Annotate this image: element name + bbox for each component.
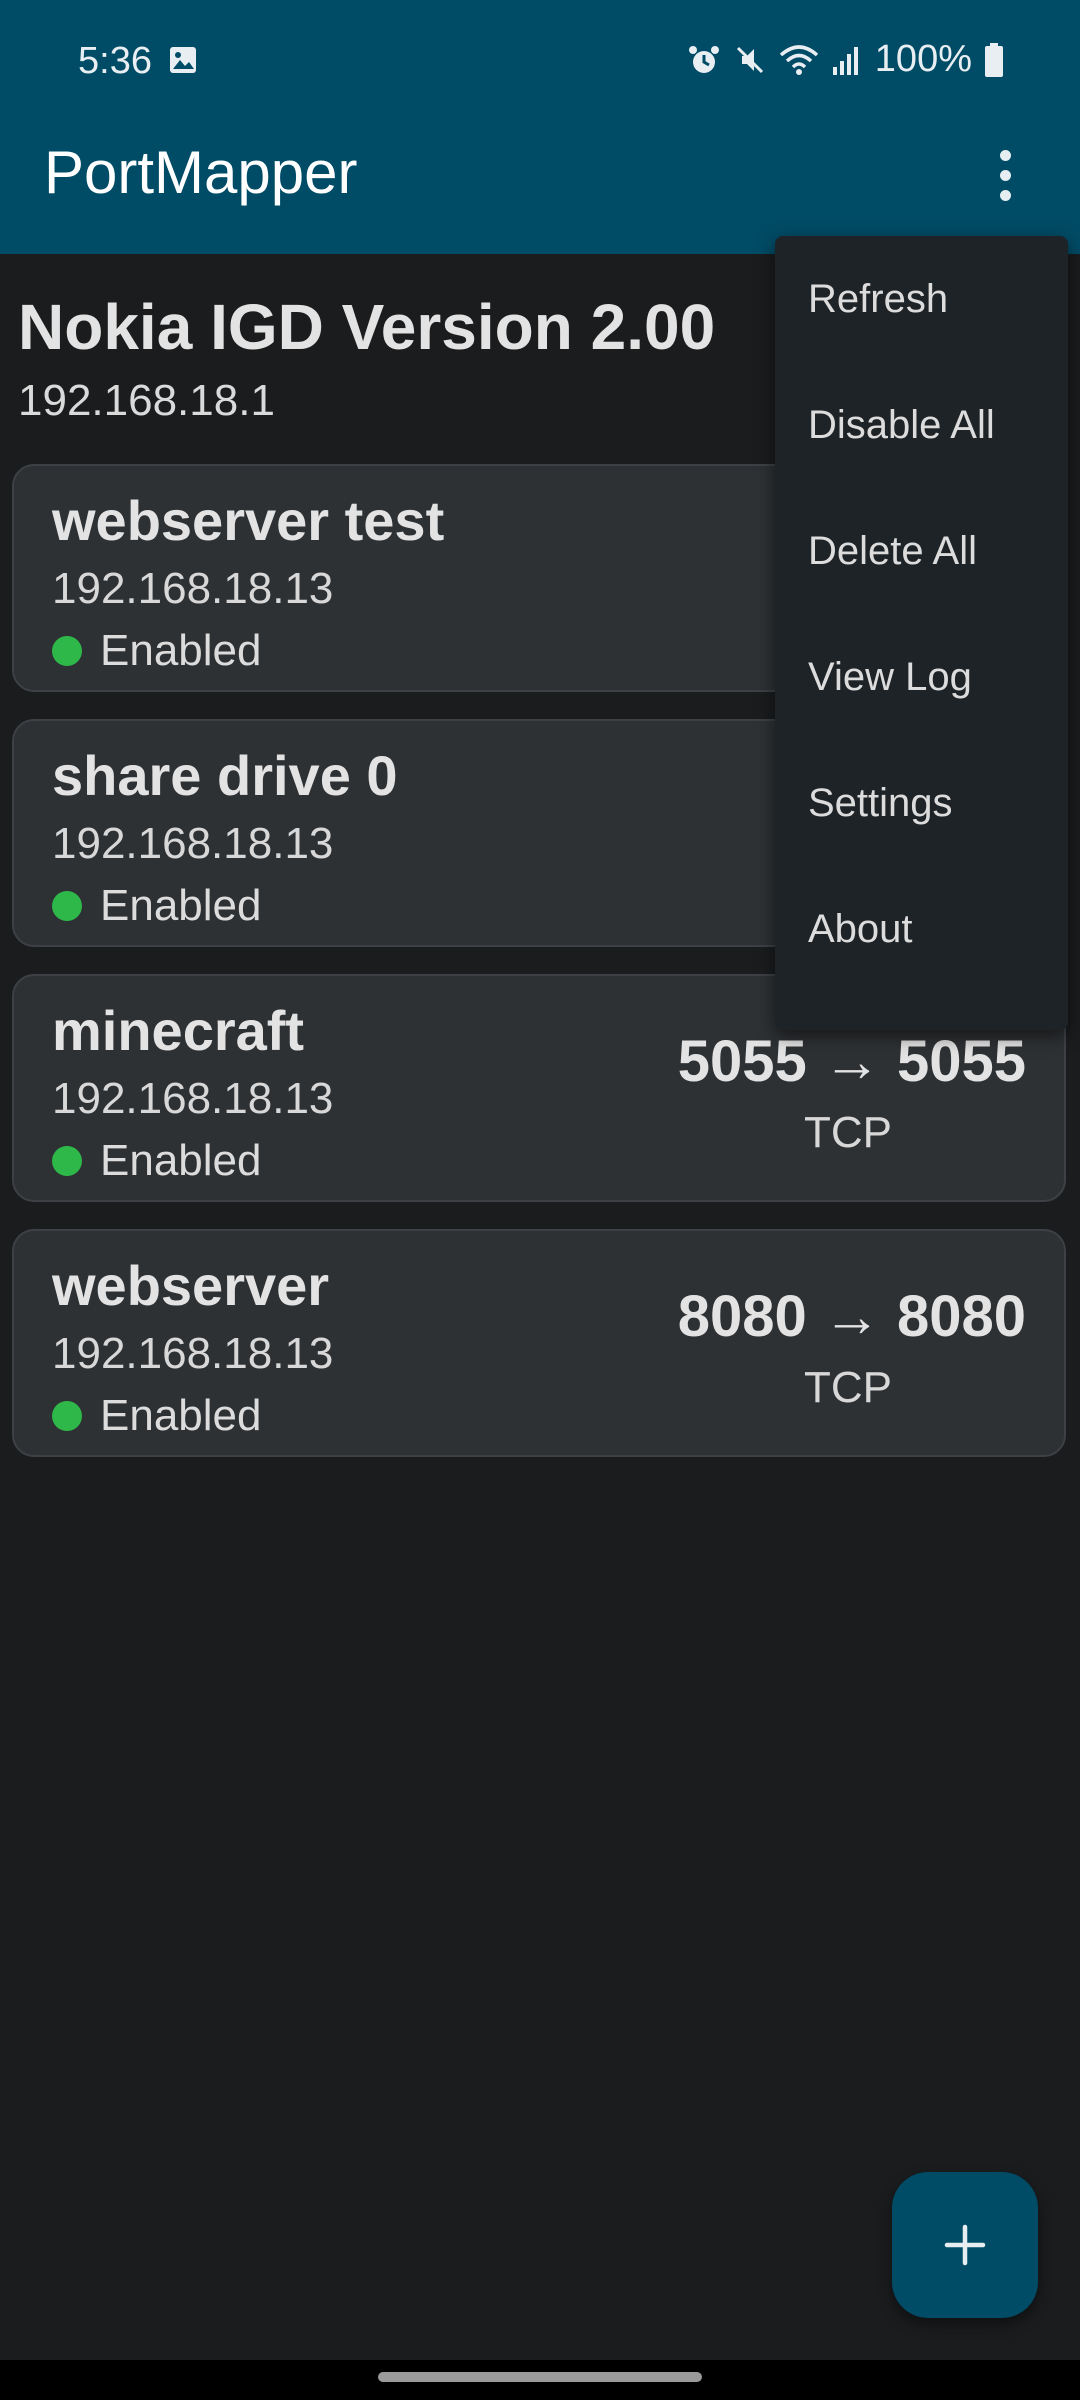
router-ip: 192.168.18.1	[18, 376, 275, 425]
home-gesture-handle[interactable]	[378, 2372, 702, 2382]
overflow-dot	[999, 169, 1011, 181]
wifi-icon	[779, 44, 818, 75]
mapping-name: minecraft	[52, 999, 305, 1062]
plus-icon	[944, 2224, 986, 2266]
menu-item-view-log[interactable]: View Log	[775, 614, 1068, 740]
more-vert-icon[interactable]	[975, 140, 1035, 210]
mapping-status-label: Enabled	[100, 626, 262, 675]
menu-item-about[interactable]: About	[775, 866, 1068, 992]
mute-icon	[736, 46, 763, 73]
alarm-icon	[688, 45, 719, 73]
battery-icon	[985, 42, 1003, 77]
mapping-ip: 192.168.18.13	[52, 1329, 334, 1378]
enabled-dot-icon	[52, 891, 82, 921]
mapping-ports: 8080 → 8080	[677, 1284, 1026, 1349]
router-name: Nokia IGD Version 2.00	[18, 291, 716, 363]
mapping-ip: 192.168.18.13	[52, 564, 334, 613]
menu-item-refresh[interactable]: Refresh	[775, 236, 1068, 362]
status-bar: 5:36 100%	[0, 0, 1080, 122]
battery-percent: 100%	[874, 38, 972, 80]
enabled-dot-icon	[52, 1401, 82, 1431]
mapping-ip: 192.168.18.13	[52, 819, 334, 868]
navigation-bar	[0, 2360, 1080, 2400]
add-mapping-button[interactable]	[892, 2172, 1038, 2318]
mapping-protocol: TCP	[804, 1108, 892, 1157]
enabled-dot-icon	[52, 1146, 82, 1176]
overflow-dot	[999, 149, 1011, 161]
mapping-ip: 192.168.18.13	[52, 1074, 334, 1123]
menu-item-delete-all[interactable]: Delete All	[775, 488, 1068, 614]
mapping-name: share drive 0	[52, 744, 398, 807]
mapping-status-label: Enabled	[100, 1391, 262, 1440]
gallery-icon	[170, 47, 196, 73]
mapping-status: Enabled	[52, 1136, 261, 1186]
menu-item-disable-all[interactable]: Disable All	[775, 362, 1068, 488]
enabled-dot-icon	[52, 636, 82, 666]
overflow-dot	[999, 189, 1011, 201]
menu-item-settings[interactable]: Settings	[775, 740, 1068, 866]
overflow-menu: Refresh Disable All Delete All View Log …	[775, 236, 1068, 1030]
mapping-status: Enabled	[52, 626, 261, 676]
mapping-protocol: TCP	[804, 1363, 892, 1412]
signal-icon	[832, 46, 858, 75]
mapping-card-webserver[interactable]: webserver 192.168.18.13 Enabled 8080 → 8…	[12, 1229, 1066, 1457]
app-title: PortMapper	[44, 139, 358, 206]
mapping-ports: 5055 → 5055	[677, 1029, 1026, 1094]
mapping-status: Enabled	[52, 881, 261, 931]
mapping-name: webserver	[52, 1254, 330, 1317]
status-time: 5:36	[78, 40, 152, 82]
mapping-status: Enabled	[52, 1391, 261, 1441]
mapping-status-label: Enabled	[100, 1136, 262, 1185]
status-icons: 100%	[687, 38, 1004, 81]
mapping-status-label: Enabled	[100, 881, 262, 930]
mapping-name: webserver test	[52, 489, 445, 552]
